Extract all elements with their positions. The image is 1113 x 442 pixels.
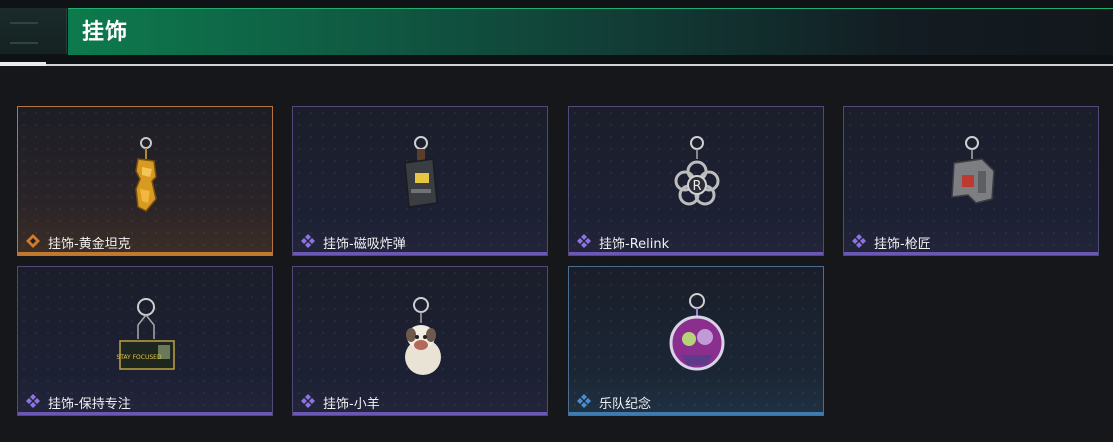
header-divider (0, 64, 1113, 66)
relink-charm-icon: R (674, 136, 720, 206)
band-memento-charm-icon (669, 293, 725, 371)
magnetic-bomb-charm-icon (404, 136, 438, 208)
rarity-purple-icon (577, 234, 591, 248)
item-card[interactable]: R 挂饰-Relink (568, 106, 824, 256)
back-tab-icon[interactable] (0, 8, 67, 54)
item-card[interactable]: 挂饰-枪匠 (843, 106, 1099, 256)
item-label: 挂饰-磁吸炸弹 (323, 237, 406, 252)
rarity-purple-icon (26, 394, 40, 408)
rarity-purple-icon (852, 234, 866, 248)
item-card[interactable]: STAY FOCUSED 挂饰-保持专注 (17, 266, 273, 416)
item-label: 挂饰-保持专注 (48, 397, 131, 412)
rarity-bar (18, 412, 272, 415)
item-card[interactable]: 挂饰-磁吸炸弹 (292, 106, 548, 256)
header-divider-accent (0, 62, 46, 66)
rarity-bar (293, 412, 547, 415)
item-label: 挂饰-黄金坦克 (48, 237, 131, 252)
rarity-bar (18, 252, 272, 255)
rarity-bar (844, 252, 1098, 255)
title-band (68, 8, 1113, 55)
rarity-bar (293, 252, 547, 255)
item-label: 乐队纪念 (599, 397, 652, 412)
gold-tank-charm-icon (135, 137, 157, 212)
page-header: 挂饰 (0, 0, 1113, 66)
item-label: 挂饰-枪匠 (874, 237, 931, 252)
rarity-purple-icon (301, 394, 315, 408)
svg-text:R: R (692, 179, 701, 194)
svg-text:STAY FOCUSED: STAY FOCUSED (116, 354, 162, 361)
rarity-bar (569, 412, 823, 415)
item-card[interactable]: 挂饰-黄金坦克 (17, 106, 273, 256)
item-label: 挂饰-Relink (599, 237, 670, 252)
rarity-gold-icon (26, 234, 40, 248)
lamb-charm-icon (405, 297, 441, 375)
rarity-blue-icon (577, 394, 591, 408)
rarity-purple-icon (301, 234, 315, 248)
rarity-bar (569, 252, 823, 255)
gunsmith-charm-icon (951, 136, 995, 204)
stay-focused-charm-icon: STAY FOCUSED (116, 298, 175, 370)
item-card[interactable]: 乐队纪念 (568, 266, 824, 416)
item-label: 挂饰-小羊 (323, 397, 380, 412)
page-title: 挂饰 (82, 20, 129, 45)
item-card[interactable]: 挂饰-小羊 (292, 266, 548, 416)
